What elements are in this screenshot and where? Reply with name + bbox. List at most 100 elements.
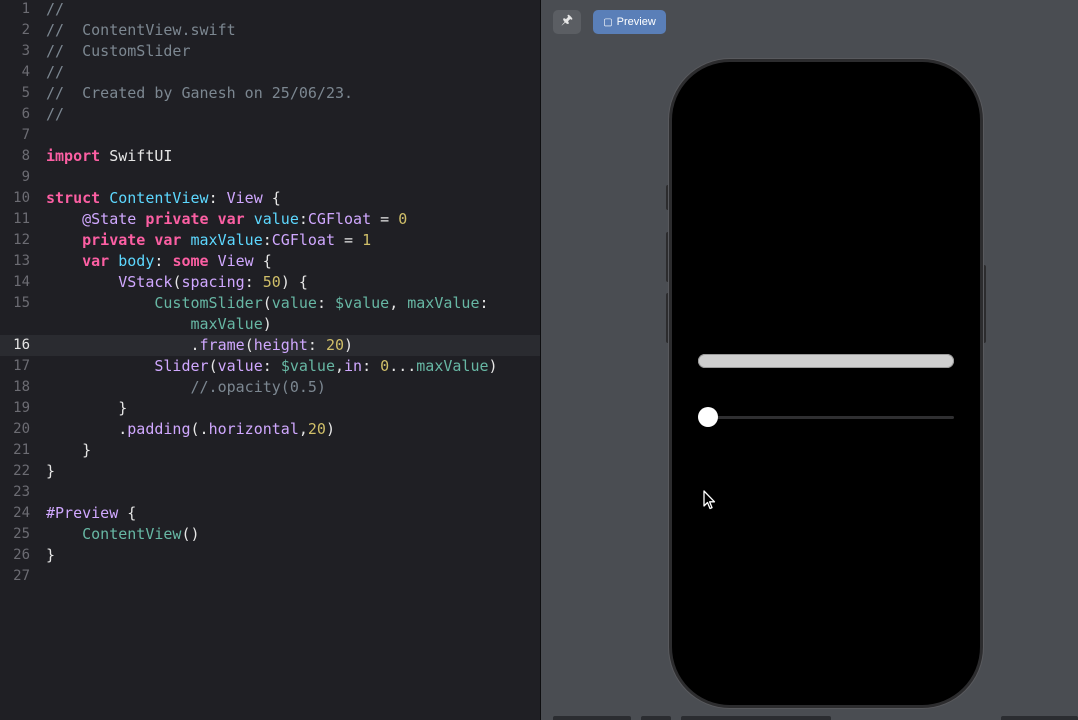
code-line[interactable]: 10 struct ContentView: View {	[0, 188, 540, 209]
code-token: 20	[325, 336, 345, 354]
line-number: 27	[13, 568, 30, 584]
code-line[interactable]: 27	[0, 566, 540, 587]
code-line[interactable]: 25 ContentView()	[0, 524, 540, 545]
code-token: }	[46, 462, 56, 480]
code-line[interactable]: 24 #Preview {	[0, 503, 540, 524]
code-token: (.	[190, 420, 209, 438]
code-text[interactable]: private var maxValue:CGFloat = 1	[46, 230, 371, 251]
phone-volume-down-button	[666, 293, 670, 343]
code-token: ,	[335, 357, 345, 375]
code-line[interactable]: 26}	[0, 545, 540, 566]
code-token: // CustomSlider	[46, 42, 191, 60]
code-text[interactable]: .frame(height: 20)	[46, 335, 353, 356]
code-line[interactable]: 20 .padding(.horizontal,20)	[0, 419, 540, 440]
code-text[interactable]: }	[46, 440, 91, 461]
line-number: 8	[21, 148, 30, 164]
code-token: CustomSlider	[154, 294, 263, 312]
code-token: $value	[335, 294, 390, 312]
code-text[interactable]: // ContentView.swift	[46, 20, 236, 41]
code-text[interactable]: VStack(spacing: 50) {	[46, 272, 308, 293]
line-number: 15	[13, 295, 30, 311]
code-line[interactable]: 16 .frame(height: 20)	[0, 335, 540, 356]
code-text[interactable]: //	[46, 104, 64, 125]
system-slider[interactable]	[698, 407, 954, 427]
code-token: (	[208, 357, 218, 375]
code-line[interactable]: 8 import SwiftUI	[0, 146, 540, 167]
code-token: )	[344, 336, 354, 354]
code-text[interactable]: import SwiftUI	[46, 146, 172, 167]
code-token: :	[262, 231, 272, 249]
code-token: )	[488, 357, 498, 375]
preview-mode-button[interactable]: ▢ Preview	[593, 10, 666, 34]
code-text[interactable]: maxValue)	[46, 314, 272, 335]
code-token: =	[335, 231, 363, 249]
code-text[interactable]: //	[46, 0, 64, 20]
code-line[interactable]: 1 //	[0, 0, 540, 20]
line-number: 23	[13, 484, 30, 500]
phone-power-button	[982, 265, 986, 343]
code-line[interactable]: 22}	[0, 461, 540, 482]
code-line[interactable]: 3 // CustomSlider	[0, 41, 540, 62]
code-text[interactable]: }	[46, 545, 55, 566]
code-line[interactable]: 4 //	[0, 62, 540, 83]
preview-canvas: 🖈 ▢ Preview	[541, 0, 1078, 720]
code-line[interactable]: 6 //	[0, 104, 540, 125]
code-line[interactable]: 23	[0, 482, 540, 503]
code-token: }	[46, 399, 128, 417]
line-number: 2	[21, 22, 30, 38]
code-token: private	[82, 231, 146, 249]
code-line[interactable]: 9	[0, 167, 540, 188]
slider-track[interactable]	[698, 416, 954, 419]
code-text[interactable]: #Preview {	[46, 503, 136, 524]
code-line[interactable]: maxValue)	[0, 314, 540, 335]
code-line[interactable]: 5 // Created by Ganesh on 25/06/23.	[0, 83, 540, 104]
code-token: padding	[127, 420, 191, 438]
slider-thumb[interactable]	[698, 407, 718, 427]
code-token: ) {	[280, 273, 308, 291]
code-text[interactable]: }	[46, 398, 127, 419]
mouse-cursor-icon	[703, 490, 716, 510]
code-line[interactable]: 14 VStack(spacing: 50) {	[0, 272, 540, 293]
code-text[interactable]: }	[46, 461, 55, 482]
code-text[interactable]: // Created by Ganesh on 25/06/23.	[46, 83, 353, 104]
code-line[interactable]: 21 }	[0, 440, 540, 461]
code-text[interactable]: var body: some View {	[46, 251, 272, 272]
code-token: {	[253, 252, 272, 270]
code-text[interactable]: Slider(value: $value,in: 0...maxValue)	[46, 356, 498, 377]
code-text[interactable]: ContentView()	[46, 524, 200, 545]
code-text[interactable]: CustomSlider(value: $value, maxValue:	[46, 293, 489, 314]
code-text[interactable]: @State private var value:CGFloat = 0	[46, 209, 407, 230]
custom-slider[interactable]	[698, 354, 954, 368]
code-token: :	[479, 294, 489, 312]
code-line[interactable]: 15 CustomSlider(value: $value, maxValue:	[0, 293, 540, 314]
code-editor[interactable]: 1 // 2 // ContentView.swift 3 // CustomSlider…	[0, 0, 540, 720]
code-token: value	[217, 357, 263, 375]
code-token: ()	[181, 525, 200, 543]
code-text[interactable]: //.opacity(0.5)	[46, 377, 325, 398]
code-line[interactable]: 17 Slider(value: $value,in: 0...maxValue…	[0, 356, 540, 377]
code-text[interactable]: struct ContentView: View {	[46, 188, 281, 209]
code-token: ContentView	[82, 525, 182, 543]
code-line[interactable]: 11 @State private var value:CGFloat = 0	[0, 209, 540, 230]
line-number: 7	[21, 127, 30, 143]
code-line[interactable]: 2 // ContentView.swift	[0, 20, 540, 41]
pin-preview-button[interactable]: 🖈	[553, 10, 581, 34]
code-line[interactable]: 19 }	[0, 398, 540, 419]
code-token: import	[46, 147, 101, 165]
code-line[interactable]: 12 private var maxValue:CGFloat = 1	[0, 230, 540, 251]
code-token: {	[118, 504, 137, 522]
code-text[interactable]: //	[46, 62, 64, 83]
code-line[interactable]: 18 //.opacity(0.5)	[0, 377, 540, 398]
code-text[interactable]: // CustomSlider	[46, 41, 191, 62]
phone-volume-up-button	[666, 232, 670, 282]
code-line[interactable]: 7	[0, 125, 540, 146]
code-text[interactable]: .padding(.horizontal,20)	[46, 419, 335, 440]
code-token: CGFloat	[307, 210, 372, 228]
code-line[interactable]: 13 var body: some View {	[0, 251, 540, 272]
code-token: :	[244, 273, 263, 291]
